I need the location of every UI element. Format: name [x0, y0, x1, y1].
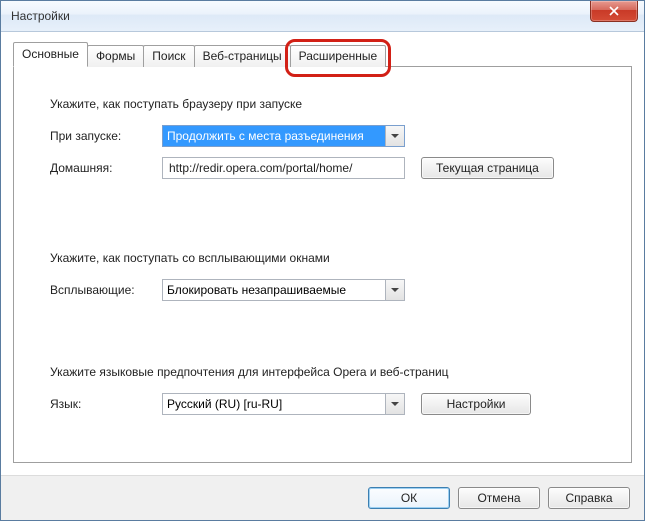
button-label: Отмена	[477, 491, 520, 505]
button-label: Настройки	[447, 397, 506, 411]
tab-search[interactable]: Поиск	[143, 45, 194, 67]
tabstrip: Основные Формы Поиск Веб-страницы Расшир…	[13, 42, 632, 66]
home-label: Домашняя:	[50, 161, 162, 175]
spacer	[50, 311, 595, 365]
popups-label: Всплывающие:	[50, 283, 162, 297]
tab-label: Расширенные	[299, 49, 378, 63]
popups-heading: Укажите, как поступать со всплывающими о…	[50, 251, 595, 265]
home-url-input-wrap	[162, 157, 405, 179]
current-page-button[interactable]: Текущая страница	[421, 157, 554, 179]
close-button[interactable]	[590, 1, 638, 22]
tab-label: Поиск	[152, 49, 185, 63]
language-settings-button[interactable]: Настройки	[421, 393, 531, 415]
row-home: Домашняя: Текущая страница	[50, 157, 595, 179]
spacer	[50, 189, 595, 251]
help-button[interactable]: Справка	[548, 487, 630, 509]
language-value: Русский (RU) [ru-RU]	[167, 397, 282, 411]
popups-value: Блокировать незапрашиваемые	[167, 283, 346, 297]
window-title: Настройки	[11, 9, 70, 23]
tab-panel-general: Укажите, как поступать браузеру при запу…	[13, 66, 632, 463]
chevron-down-icon	[385, 126, 404, 146]
tab-label: Формы	[96, 49, 135, 63]
chevron-down-icon	[385, 280, 404, 300]
home-url-input[interactable]	[167, 160, 400, 176]
settings-window: Настройки Основные Формы Поиск Веб-стран…	[0, 0, 645, 521]
language-label: Язык:	[50, 397, 162, 411]
button-label: ОК	[401, 491, 417, 505]
chevron-down-icon	[385, 394, 404, 414]
button-label: Текущая страница	[436, 161, 539, 175]
tab-advanced[interactable]: Расширенные	[290, 45, 387, 67]
row-popups: Всплывающие: Блокировать незапрашиваемые	[50, 279, 595, 301]
dialog-footer: ОК Отмена Справка	[1, 475, 644, 520]
on-start-select[interactable]: Продолжить с места разъединения	[162, 125, 405, 147]
language-heading: Укажите языковые предпочтения для интерф…	[50, 365, 595, 379]
on-start-label: При запуске:	[50, 129, 162, 143]
button-label: Справка	[565, 491, 612, 505]
language-select[interactable]: Русский (RU) [ru-RU]	[162, 393, 405, 415]
tab-label: Основные	[22, 47, 79, 61]
cancel-button[interactable]: Отмена	[458, 487, 540, 509]
row-on-start: При запуске: Продолжить с места разъедин…	[50, 125, 595, 147]
tab-general[interactable]: Основные	[13, 42, 88, 67]
ok-button[interactable]: ОК	[368, 487, 450, 509]
tab-webpages[interactable]: Веб-страницы	[194, 45, 291, 67]
client-area: Основные Формы Поиск Веб-страницы Расшир…	[1, 32, 644, 475]
tab-label: Веб-страницы	[203, 49, 282, 63]
startup-heading: Укажите, как поступать браузеру при запу…	[50, 97, 595, 111]
popups-select[interactable]: Блокировать незапрашиваемые	[162, 279, 405, 301]
tab-forms[interactable]: Формы	[87, 45, 144, 67]
titlebar: Настройки	[1, 1, 644, 32]
close-icon	[609, 6, 619, 16]
row-language: Язык: Русский (RU) [ru-RU] Настройки	[50, 393, 595, 415]
on-start-value: Продолжить с места разъединения	[167, 129, 364, 143]
